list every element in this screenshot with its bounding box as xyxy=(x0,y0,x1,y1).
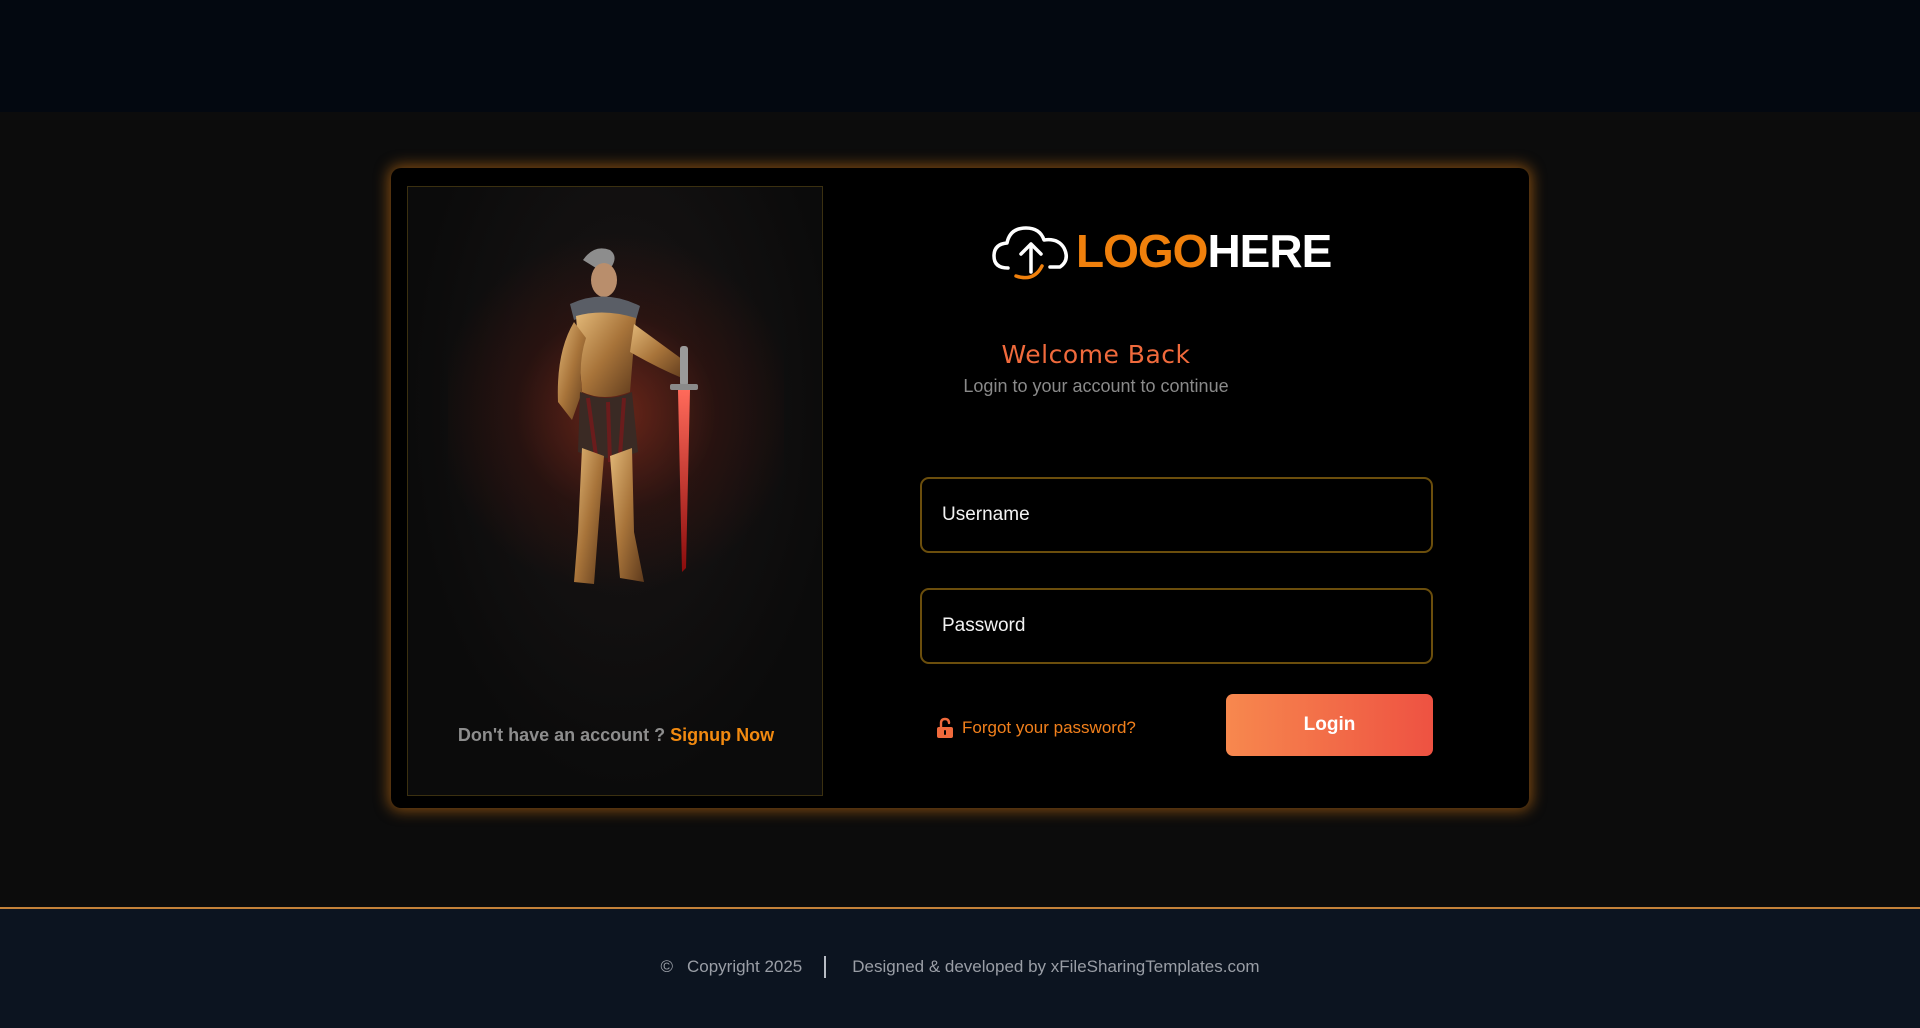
warrior-illustration xyxy=(557,248,698,584)
lock-open-icon xyxy=(937,717,953,738)
signup-link[interactable]: Signup Now xyxy=(670,725,774,745)
welcome-subtitle: Login to your account to continue xyxy=(963,376,1229,396)
logo-wordmark: LOGOHERE xyxy=(1076,225,1332,277)
site-logo[interactable]: LOGOHERE xyxy=(990,220,1332,282)
signup-prompt: Don't have an account ? Signup Now xyxy=(408,725,824,746)
login-card: Don't have an account ? Signup Now LOGOH… xyxy=(391,168,1529,808)
welcome-title: Welcome Back xyxy=(1001,340,1191,369)
logo-text-primary: LOGO xyxy=(1076,225,1208,277)
username-input[interactable] xyxy=(922,479,1431,551)
footer: © Copyright 2025 Designed & developed by… xyxy=(0,909,1920,1028)
password-input[interactable] xyxy=(922,590,1431,662)
password-field xyxy=(920,588,1433,664)
forgot-password-label: Forgot your password? xyxy=(962,718,1136,737)
login-button[interactable]: Login xyxy=(1226,694,1433,756)
forgot-password-link[interactable]: Forgot your password? xyxy=(936,713,1136,743)
footer-separator xyxy=(824,956,827,978)
logo-text-secondary: HERE xyxy=(1207,225,1332,277)
cloud-upload-icon xyxy=(992,226,1068,280)
credit-link[interactable]: Designed & developed by xFileSharingTemp… xyxy=(852,957,1259,977)
top-header xyxy=(0,0,1920,112)
copyright-icon: © xyxy=(660,957,673,976)
signup-prompt-text: Don't have an account ? xyxy=(457,725,666,745)
footer-content: © Copyright 2025 Designed & developed by… xyxy=(0,956,1920,978)
hero-panel: Don't have an account ? Signup Now xyxy=(407,186,823,796)
copyright-text: Copyright 2025 xyxy=(686,957,803,976)
username-field xyxy=(920,477,1433,553)
